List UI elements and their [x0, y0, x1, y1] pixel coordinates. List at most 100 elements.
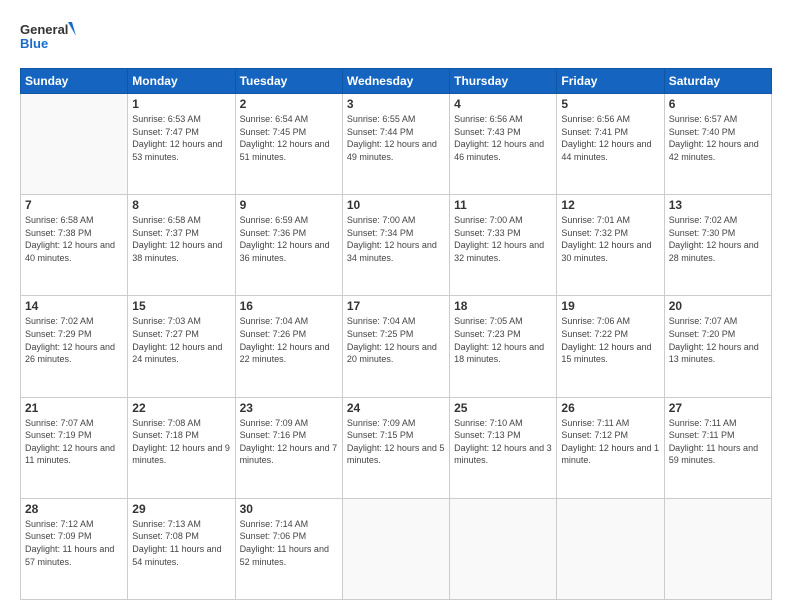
calendar-cell: 11 Sunrise: 7:00 AMSunset: 7:33 PMDayligh…	[450, 195, 557, 296]
day-number: 11	[454, 198, 552, 212]
day-header-monday: Monday	[128, 69, 235, 94]
calendar-cell: 3 Sunrise: 6:55 AMSunset: 7:44 PMDaylight…	[342, 94, 449, 195]
day-number: 15	[132, 299, 230, 313]
day-info: Sunrise: 7:07 AMSunset: 7:19 PMDaylight:…	[25, 417, 123, 467]
calendar-cell	[450, 498, 557, 599]
logo: General Blue	[20, 18, 80, 58]
calendar-table: SundayMondayTuesdayWednesdayThursdayFrid…	[20, 68, 772, 600]
day-info: Sunrise: 7:03 AMSunset: 7:27 PMDaylight:…	[132, 315, 230, 365]
calendar-cell: 23 Sunrise: 7:09 AMSunset: 7:16 PMDayligh…	[235, 397, 342, 498]
calendar-cell: 9 Sunrise: 6:59 AMSunset: 7:36 PMDaylight…	[235, 195, 342, 296]
day-number: 18	[454, 299, 552, 313]
day-info: Sunrise: 7:01 AMSunset: 7:32 PMDaylight:…	[561, 214, 659, 264]
calendar-cell: 7Sunrise: 6:58 AMSunset: 7:38 PMDaylight…	[21, 195, 128, 296]
day-number: 28	[25, 502, 123, 516]
day-number: 27	[669, 401, 767, 415]
day-info: Sunrise: 7:12 AMSunset: 7:09 PMDaylight:…	[25, 518, 123, 568]
day-header-wednesday: Wednesday	[342, 69, 449, 94]
day-number: 22	[132, 401, 230, 415]
calendar-cell: 26 Sunrise: 7:11 AMSunset: 7:12 PMDayligh…	[557, 397, 664, 498]
calendar-cell: 2Sunrise: 6:54 AMSunset: 7:45 PMDaylight…	[235, 94, 342, 195]
day-header-thursday: Thursday	[450, 69, 557, 94]
day-info: Sunrise: 7:04 AMSunset: 7:26 PMDaylight:…	[240, 315, 338, 365]
calendar-cell: 14 Sunrise: 7:02 AMSunset: 7:29 PMDayligh…	[21, 296, 128, 397]
day-info: Sunrise: 7:00 AMSunset: 7:34 PMDaylight:…	[347, 214, 445, 264]
calendar-cell: 19 Sunrise: 7:06 AMSunset: 7:22 PMDayligh…	[557, 296, 664, 397]
day-number: 10	[347, 198, 445, 212]
calendar-cell: 15 Sunrise: 7:03 AMSunset: 7:27 PMDayligh…	[128, 296, 235, 397]
calendar-cell: 24 Sunrise: 7:09 AMSunset: 7:15 PMDayligh…	[342, 397, 449, 498]
day-info: Sunrise: 6:57 AMSunset: 7:40 PMDaylight:…	[669, 113, 767, 163]
logo-svg: General Blue	[20, 18, 80, 58]
day-number: 23	[240, 401, 338, 415]
calendar-cell: 27 Sunrise: 7:11 AMSunset: 7:11 PMDayligh…	[664, 397, 771, 498]
calendar-cell: 10 Sunrise: 7:00 AMSunset: 7:34 PMDayligh…	[342, 195, 449, 296]
day-number: 9	[240, 198, 338, 212]
day-info: Sunrise: 7:00 AMSunset: 7:33 PMDaylight:…	[454, 214, 552, 264]
calendar-cell: 28 Sunrise: 7:12 AMSunset: 7:09 PMDayligh…	[21, 498, 128, 599]
calendar-cell: 13 Sunrise: 7:02 AMSunset: 7:30 PMDayligh…	[664, 195, 771, 296]
calendar-cell	[557, 498, 664, 599]
day-info: Sunrise: 6:55 AMSunset: 7:44 PMDaylight:…	[347, 113, 445, 163]
calendar-cell: 4 Sunrise: 6:56 AMSunset: 7:43 PMDaylight…	[450, 94, 557, 195]
calendar-cell: 25 Sunrise: 7:10 AMSunset: 7:13 PMDayligh…	[450, 397, 557, 498]
calendar-cell: 20 Sunrise: 7:07 AMSunset: 7:20 PMDayligh…	[664, 296, 771, 397]
day-number: 24	[347, 401, 445, 415]
calendar-cell	[21, 94, 128, 195]
day-info: Sunrise: 7:11 AMSunset: 7:12 PMDaylight:…	[561, 417, 659, 467]
page-header: General Blue	[20, 18, 772, 58]
day-number: 19	[561, 299, 659, 313]
svg-text:Blue: Blue	[20, 36, 48, 51]
day-info: Sunrise: 7:09 AMSunset: 7:15 PMDaylight:…	[347, 417, 445, 467]
day-number: 5	[561, 97, 659, 111]
day-number: 13	[669, 198, 767, 212]
day-info: Sunrise: 7:04 AMSunset: 7:25 PMDaylight:…	[347, 315, 445, 365]
day-number: 26	[561, 401, 659, 415]
day-info: Sunrise: 6:58 AMSunset: 7:37 PMDaylight:…	[132, 214, 230, 264]
day-info: Sunrise: 6:56 AMSunset: 7:41 PMDaylight:…	[561, 113, 659, 163]
calendar-cell: 21 Sunrise: 7:07 AMSunset: 7:19 PMDayligh…	[21, 397, 128, 498]
calendar-cell: 12 Sunrise: 7:01 AMSunset: 7:32 PMDayligh…	[557, 195, 664, 296]
day-header-saturday: Saturday	[664, 69, 771, 94]
day-number: 25	[454, 401, 552, 415]
day-number: 2	[240, 97, 338, 111]
day-info: Sunrise: 7:02 AMSunset: 7:30 PMDaylight:…	[669, 214, 767, 264]
day-info: Sunrise: 7:02 AMSunset: 7:29 PMDaylight:…	[25, 315, 123, 365]
day-header-tuesday: Tuesday	[235, 69, 342, 94]
day-info: Sunrise: 6:56 AMSunset: 7:43 PMDaylight:…	[454, 113, 552, 163]
day-header-sunday: Sunday	[21, 69, 128, 94]
day-number: 14	[25, 299, 123, 313]
day-info: Sunrise: 7:09 AMSunset: 7:16 PMDaylight:…	[240, 417, 338, 467]
day-number: 4	[454, 97, 552, 111]
day-number: 8	[132, 198, 230, 212]
day-number: 12	[561, 198, 659, 212]
day-info: Sunrise: 7:10 AMSunset: 7:13 PMDaylight:…	[454, 417, 552, 467]
day-info: Sunrise: 7:07 AMSunset: 7:20 PMDaylight:…	[669, 315, 767, 365]
day-info: Sunrise: 7:11 AMSunset: 7:11 PMDaylight:…	[669, 417, 767, 467]
day-header-friday: Friday	[557, 69, 664, 94]
day-number: 1	[132, 97, 230, 111]
day-info: Sunrise: 7:05 AMSunset: 7:23 PMDaylight:…	[454, 315, 552, 365]
day-info: Sunrise: 7:08 AMSunset: 7:18 PMDaylight:…	[132, 417, 230, 467]
svg-text:General: General	[20, 22, 68, 37]
day-number: 6	[669, 97, 767, 111]
day-info: Sunrise: 7:13 AMSunset: 7:08 PMDaylight:…	[132, 518, 230, 568]
day-info: Sunrise: 6:58 AMSunset: 7:38 PMDaylight:…	[25, 214, 123, 264]
calendar-cell: 6 Sunrise: 6:57 AMSunset: 7:40 PMDaylight…	[664, 94, 771, 195]
calendar-cell	[664, 498, 771, 599]
calendar-cell: 17 Sunrise: 7:04 AMSunset: 7:25 PMDayligh…	[342, 296, 449, 397]
calendar-cell: 8 Sunrise: 6:58 AMSunset: 7:37 PMDaylight…	[128, 195, 235, 296]
calendar-cell: 16Sunrise: 7:04 AMSunset: 7:26 PMDayligh…	[235, 296, 342, 397]
day-info: Sunrise: 7:06 AMSunset: 7:22 PMDaylight:…	[561, 315, 659, 365]
calendar-cell: 22 Sunrise: 7:08 AMSunset: 7:18 PMDayligh…	[128, 397, 235, 498]
day-number: 21	[25, 401, 123, 415]
day-info: Sunrise: 6:53 AMSunset: 7:47 PMDaylight:…	[132, 113, 230, 163]
day-info: Sunrise: 6:59 AMSunset: 7:36 PMDaylight:…	[240, 214, 338, 264]
calendar-cell: 18 Sunrise: 7:05 AMSunset: 7:23 PMDayligh…	[450, 296, 557, 397]
day-info: Sunrise: 7:14 AMSunset: 7:06 PMDaylight:…	[240, 518, 338, 568]
day-number: 20	[669, 299, 767, 313]
day-number: 17	[347, 299, 445, 313]
calendar-cell	[342, 498, 449, 599]
calendar-cell: 29Sunrise: 7:13 AMSunset: 7:08 PMDayligh…	[128, 498, 235, 599]
day-number: 3	[347, 97, 445, 111]
